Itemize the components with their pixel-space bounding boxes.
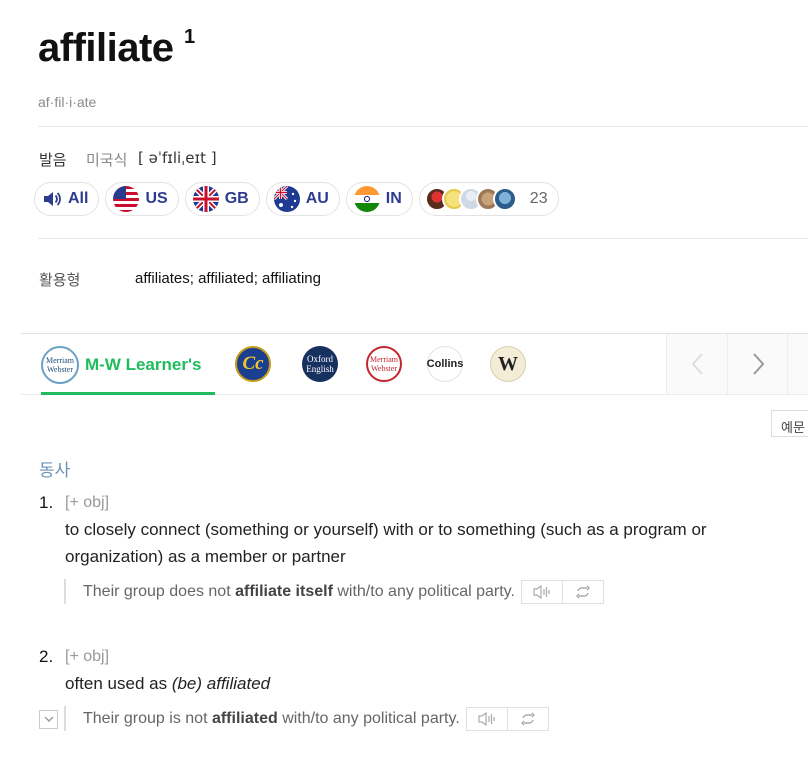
divider [787,334,788,394]
repeat-example-button[interactable] [506,708,548,730]
tab-mw-learners-label: M-W Learner's [85,355,202,374]
play-all-button[interactable]: All [34,182,100,216]
chevron-left-icon[interactable] [689,352,707,376]
example-toggle-button[interactable]: 예문 [771,410,808,437]
oxford-icon-text: Oxford English [306,354,334,374]
wordnik-icon-text: W [498,352,518,375]
mw-learners-icon: Merriam Webster [41,346,79,384]
speaker-icon [44,192,61,206]
collins-icon-text: Collins [426,358,464,370]
repeat-icon [575,585,590,599]
divider [38,238,808,239]
tab-mw-learners[interactable]: Merriam Webster M-W Learner's [41,343,215,395]
play-in-button[interactable]: IN [345,182,413,216]
definition-text: often used as (be) affiliated [65,670,270,697]
inflection-label: 활용형 [39,272,81,289]
example-text: Their group is not [83,710,212,727]
play-in-label: IN [385,190,402,207]
collins-icon[interactable]: Collins [427,346,463,382]
user-pronunciations-button[interactable]: 23 [418,182,559,216]
play-example-button[interactable] [522,581,562,603]
example-text: with/to any political party. [332,583,515,600]
play-us-button[interactable]: US [105,182,179,216]
example-text: with/to any political party. [277,710,460,727]
play-all-label: All [68,190,89,207]
example-text: Their group does not [83,583,236,600]
merriam-webster-icon[interactable]: Merriam Webster [366,346,402,382]
example-audio-controls [520,580,604,604]
user-avatars [424,187,517,211]
in-flag-icon [353,186,380,212]
cobuild-icon[interactable]: Cc [235,346,271,382]
cobuild-icon-text: Cc [242,353,264,374]
avatar [492,187,517,211]
user-count: 23 [529,190,548,207]
play-us-label: US [145,190,168,207]
pronunciation-dialect: 미국식 [86,152,128,169]
chevron-right-icon[interactable] [749,352,767,376]
play-au-label: AU [305,190,329,207]
oxford-english-icon[interactable]: Oxford English [302,346,338,382]
sense-number: 1. [39,493,54,512]
divider [38,126,808,127]
definition-part: often used as [65,674,172,693]
mw-learners-icon-text: Merriam Webster [46,356,74,374]
grammar-note: [+ obj] [65,494,110,511]
us-flag-icon [113,186,140,212]
pronunciation-label: 발음 [39,152,67,169]
inflection-forms: affiliates; affiliated; affiliating [135,270,321,287]
example-highlight: affiliated [211,710,278,727]
pronunciation-buttons: All US GB AU IN 23 [34,182,559,216]
play-example-button[interactable] [467,708,507,730]
repeat-example-button[interactable] [561,581,603,603]
divider [727,334,728,394]
repeat-icon [520,712,535,726]
definition-italic: affiliated [206,674,271,693]
example-sentence: Their group is not affiliated with/to an… [83,707,549,731]
sense-number: 2. [39,647,54,666]
tab-scroll-controls [666,334,808,394]
au-flag-icon [273,186,300,212]
speaker-wave-icon [478,712,495,726]
definition-text: to closely connect (something or yoursel… [65,520,707,566]
example-sentence: Their group does not affiliate itself wi… [83,580,604,604]
headword: affiliate [38,26,174,70]
example-bar [64,579,66,604]
example-audio-controls [465,707,549,731]
chevron-down-icon [44,716,53,722]
example-highlight: affiliate itself [235,583,333,600]
mw-icon-text: Merriam Webster [370,355,398,373]
homograph-number: 1 [184,26,196,48]
play-gb-button[interactable]: GB [184,182,260,216]
wordnik-icon[interactable]: W [490,346,526,382]
expand-button[interactable] [39,710,58,729]
syllabification: af·fil·i·ate [38,94,97,110]
part-of-speech: 동사 [39,461,71,480]
speaker-wave-icon [533,585,550,599]
grammar-note: [+ obj] [65,648,110,665]
play-gb-label: GB [224,190,249,207]
play-au-button[interactable]: AU [265,182,340,216]
pronunciation-ipa: [ əˈfɪliˌeɪt ] [138,149,217,167]
example-bar [64,706,66,731]
gb-flag-icon [192,186,219,212]
definition-italic: (be) [171,674,203,693]
